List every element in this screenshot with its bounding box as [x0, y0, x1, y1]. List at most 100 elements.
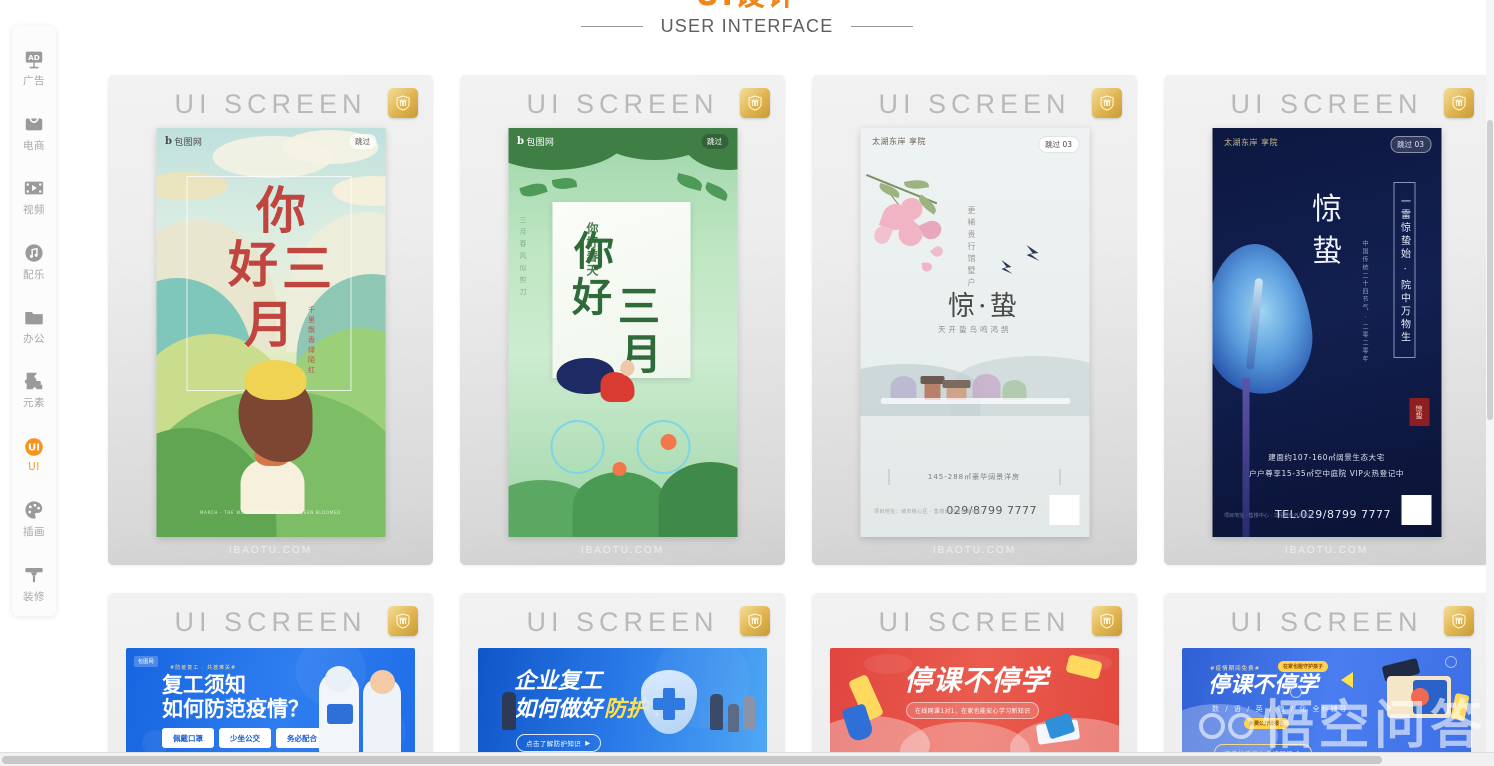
banner-preview[interactable]: 停课不停学 在线网课1对1，在家也能安心学习新知识 在线网课1对1，在家也能安心…	[830, 648, 1119, 766]
vip-shield-icon[interactable]	[1092, 88, 1122, 118]
vip-shield-icon[interactable]	[1444, 606, 1474, 636]
banner-preview[interactable]: #疫情期间免费# 在家也能守护孩子 停课不停学 数 / 语 / 英 / 物 / …	[1182, 648, 1471, 766]
page-header: UI设计 USER INTERFACE	[0, 0, 1494, 37]
ui-screen-card[interactable]: UI SCREEN 太湖东岸 享院 跳过 03 惊 蛰 中国传统二十四节气 · …	[1164, 75, 1489, 565]
ui-screen-grid: UI SCREEN b 包图网 跳过 你 好 三 月 千里飘香绿陌红 MARCH…	[108, 75, 1489, 766]
skip-button[interactable]: 跳过 03	[1390, 136, 1431, 153]
fine-print: 项目地址 · 售楼中心 · 工程展示咨询热线	[1224, 513, 1314, 519]
banner-tagline: #防疫复工 · 共渡难关#	[170, 665, 237, 671]
sidebar-item-decoration[interactable]: 装修	[12, 552, 56, 616]
poster-topbar: b 包图网 跳过	[508, 128, 737, 154]
brand-mark: b	[165, 135, 173, 147]
poster-sub-text: 天开蛰鸟鸣鸿鹄	[938, 325, 1012, 334]
rule-left	[580, 26, 643, 27]
ui-screen-card[interactable]: UI SCREEN	[812, 593, 1137, 766]
card-header: UI SCREEN	[108, 75, 433, 133]
ui-screen-card[interactable]: UI SCREEN	[460, 75, 785, 565]
brand-name: 包图网	[526, 137, 555, 148]
chevron-right-icon: ▶	[585, 739, 591, 747]
sidebar-item-ui[interactable]: UI UI	[12, 423, 56, 487]
figure-kit	[327, 704, 353, 724]
ui-screen-card[interactable]: UI SCREEN 企业复工 如何做好 防护 点击了解防护知识 ▶	[460, 593, 785, 766]
poster-preview[interactable]: 你好春天 你 好 三 月 三月春风似剪刀 b 包图网 跳过	[508, 128, 737, 537]
horizontal-scrollbar-thumb[interactable]	[2, 756, 1382, 764]
ui-screen-card[interactable]: UI SCREEN #防疫复工 · 共渡难关# 复工须知 如何防范疫情？ 佩戴口…	[108, 593, 433, 766]
category-sidebar[interactable]: AD 广告 电商 视频 配乐 办公 元素 UI UI 插画 装修	[12, 26, 56, 616]
card-title: UI SCREEN	[1230, 606, 1423, 637]
banner-artboard: 停课不停学 在线网课1对1，在家也能安心学习新知识	[830, 648, 1119, 766]
banner-subject-row: 数 / 语 / 英 / 物 / 化 全科辅导	[1212, 705, 1349, 713]
ui-screen-card[interactable]: UI SCREEN	[108, 75, 433, 565]
sidebar-item-element[interactable]: 元素	[12, 358, 56, 422]
vip-shield-icon[interactable]	[1444, 88, 1474, 118]
poster-preview[interactable]: 太湖东岸 享院 跳过 03 惊 蛰 中国传统二十四节气 · 二零二零年 一雷惊蛰…	[1212, 128, 1441, 537]
vip-shield-icon[interactable]	[388, 606, 418, 636]
vip-shield-icon[interactable]	[740, 88, 770, 118]
leaf-shape	[702, 181, 730, 202]
poster-vertical-text: 更稀贵行馆墅户	[967, 206, 976, 290]
rule-right	[851, 26, 914, 27]
blossom-shape	[918, 217, 944, 243]
page-root: AD 广告 电商 视频 配乐 办公 元素 UI UI 插画 装修 USER IN…	[0, 0, 1494, 766]
brand-logo: 包图网	[134, 656, 158, 667]
sidebar-item-label: 元素	[23, 397, 45, 410]
banner-pill: 少坐公交	[219, 728, 271, 748]
card-watermark: IBAOTU.COM	[580, 545, 665, 556]
qr-code[interactable]	[1049, 495, 1079, 525]
vertical-scrollbar[interactable]	[1486, 0, 1494, 752]
page-subtitle-row: USER INTERFACE	[0, 16, 1494, 37]
banner-tag-right: 在家也能守护孩子	[1278, 661, 1329, 672]
sidebar-item-music[interactable]: 配乐	[12, 229, 56, 293]
sidebar-item-ecommerce[interactable]: 电商	[12, 100, 56, 164]
vertical-scrollbar-thumb[interactable]	[1487, 120, 1493, 420]
project-logo: 太湖东岸 享院	[1224, 138, 1279, 147]
banner-preview[interactable]: 企业复工 如何做好 防护 ？ 点击了解防护知识 ▶	[478, 648, 767, 766]
decor-circle	[1445, 656, 1457, 668]
tree-shape	[890, 376, 916, 398]
ui-screen-card[interactable]: UI SCREEN 太湖东岸 享院 跳过 03 更稀贵行馆墅户 惊·蛰 天开蛰鸟…	[812, 75, 1137, 565]
ui-icon: UI	[23, 436, 45, 458]
music-icon	[23, 242, 45, 264]
skip-button[interactable]: 跳过 03	[1038, 136, 1079, 153]
qr-code[interactable]	[1401, 495, 1431, 525]
horizontal-scrollbar[interactable]	[0, 752, 1494, 766]
banner-cta-button[interactable]: 点击了解防护知识 ▶	[516, 734, 601, 752]
sidebar-item-ad[interactable]: AD 广告	[12, 36, 56, 100]
ui-screen-card[interactable]: UI SCREEN #疫情期间免费# 在家也能守护孩子 停课不停学 数 / 语 …	[1164, 593, 1489, 766]
svg-text:AD: AD	[28, 53, 40, 62]
skip-button[interactable]: 跳过	[701, 133, 728, 149]
banner-headline-2: 如何防范疫情？	[162, 697, 309, 721]
card-header: UI SCREEN	[460, 593, 785, 651]
banner-preview[interactable]: #防疫复工 · 共渡难关# 复工须知 如何防范疫情？ 佩戴口罩 少坐公交 务必配…	[126, 648, 415, 766]
brand-mark: b	[517, 135, 525, 147]
leaf-shape	[903, 178, 929, 191]
figure-head	[620, 360, 634, 376]
poster-side-text: 三月春风似剪刀	[519, 216, 527, 300]
banner-artboard: #疫情期间免费# 在家也能守护孩子 停课不停学 数 / 语 / 英 / 物 / …	[1182, 648, 1471, 766]
vip-shield-icon[interactable]	[388, 88, 418, 118]
vip-shield-icon[interactable]	[1092, 606, 1122, 636]
card-header: UI SCREEN	[1164, 75, 1489, 133]
poster-preview[interactable]: 太湖东岸 享院 跳过 03 更稀贵行馆墅户 惊·蛰 天开蛰鸟鸣鸿鹄 145-28…	[860, 128, 1089, 537]
sidebar-item-illustration[interactable]: 插画	[12, 487, 56, 551]
card-title: UI SCREEN	[526, 606, 719, 637]
banner-subtext: 在线网课1对1，在家也能安心学习新知识	[906, 702, 1040, 719]
banner-pill: 免费公开课报名	[1244, 718, 1290, 729]
ground-shape	[880, 398, 1070, 404]
sidebar-item-office[interactable]: 办公	[12, 294, 56, 358]
vip-shield-icon[interactable]	[740, 606, 770, 636]
sidebar-item-label: UI	[28, 461, 40, 474]
anthurium-flower	[1212, 238, 1318, 400]
flower-shape	[660, 434, 676, 450]
roof-shape	[920, 376, 944, 384]
svg-text:UI: UI	[28, 443, 40, 454]
poster-preview[interactable]: b 包图网 跳过 你 好 三 月 千里飘香绿陌红 MARCH - THE WOR…	[156, 128, 385, 537]
figure-child	[728, 704, 739, 732]
falling-petal	[921, 262, 932, 272]
banner-artboard: 企业复工 如何做好 防护 ？ 点击了解防护知识 ▶	[478, 648, 767, 766]
poster-info-line-1: 建面约107-160㎡阔景生态大宅	[1268, 453, 1385, 462]
brand-name: 包图网	[174, 137, 203, 148]
sidebar-item-video[interactable]: 视频	[12, 165, 56, 229]
poster-char-2: 好	[228, 235, 278, 294]
skip-button[interactable]: 跳过	[349, 133, 376, 149]
